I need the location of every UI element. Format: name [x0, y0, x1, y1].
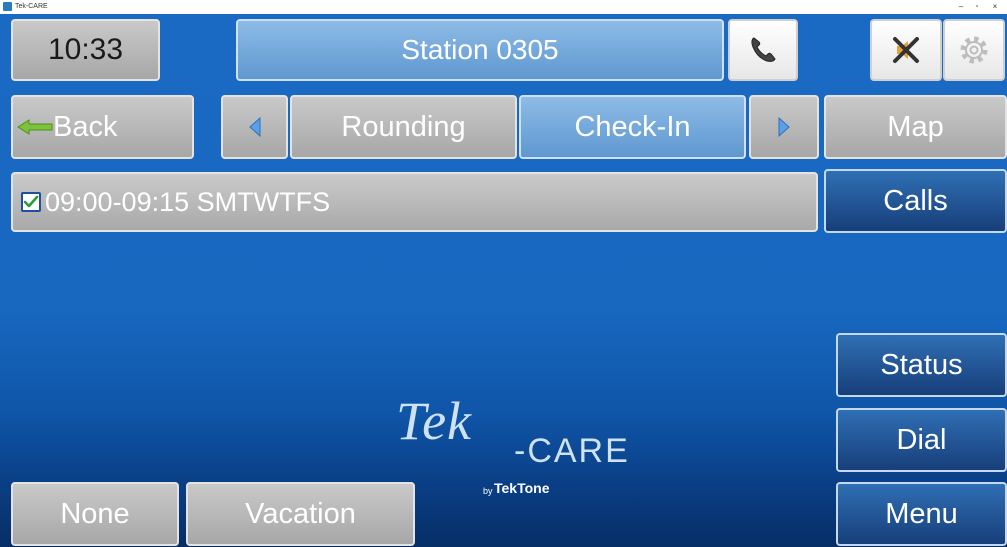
- phone-icon: [751, 37, 776, 62]
- calls-label: Calls: [883, 184, 948, 217]
- schedule-checkbox[interactable]: [21, 192, 41, 212]
- tab-check-in-label: Check-In: [574, 110, 691, 143]
- status-label: Status: [880, 348, 963, 381]
- status-button[interactable]: Status: [836, 333, 1007, 397]
- tab-next-button[interactable]: [749, 95, 819, 159]
- logo-care-text: -CARE: [514, 432, 630, 470]
- clock-time: 10:33: [47, 33, 124, 66]
- window-title: Tek-CARE: [15, 3, 48, 10]
- speaker-muted-icon: [893, 37, 919, 63]
- schedule-item-label: 09:00-09:15 SMTWTFS: [45, 186, 331, 217]
- tab-rounding[interactable]: Rounding: [290, 95, 517, 159]
- vacation-button[interactable]: Vacation: [186, 482, 415, 546]
- station-label: Station 0305: [401, 34, 559, 65]
- phone-button[interactable]: [728, 19, 798, 81]
- checkmark-icon: [23, 195, 39, 208]
- dial-button[interactable]: Dial: [836, 408, 1007, 472]
- app-icon: [3, 2, 12, 11]
- window-titlebar: Tek-CARE – ▫ ×: [0, 0, 1007, 14]
- logo-by-text: by: [483, 486, 493, 496]
- map-label: Map: [887, 110, 944, 143]
- station-title: Station 0305: [236, 19, 724, 81]
- tab-check-in[interactable]: Check-In: [519, 95, 746, 159]
- gear-icon: [960, 36, 988, 64]
- tek-care-logo: Tek -CARE by TekTone: [396, 390, 636, 510]
- back-label: Back: [53, 110, 118, 143]
- calls-button[interactable]: Calls: [824, 169, 1007, 233]
- clock-display: 10:33: [11, 19, 160, 81]
- none-label: None: [60, 497, 130, 530]
- mute-button[interactable]: [870, 19, 942, 81]
- menu-button[interactable]: Menu: [836, 482, 1007, 546]
- settings-button[interactable]: [943, 19, 1005, 81]
- none-button[interactable]: None: [11, 482, 179, 546]
- vacation-label: Vacation: [245, 497, 356, 530]
- logo-brand-text: TekTone: [494, 480, 550, 496]
- close-button[interactable]: ×: [986, 0, 1004, 14]
- tab-rounding-label: Rounding: [341, 110, 466, 143]
- schedule-item[interactable]: 09:00-09:15 SMTWTFS: [11, 172, 818, 232]
- map-button[interactable]: Map: [824, 95, 1007, 159]
- logo-tek-text: Tek: [396, 391, 473, 451]
- back-arrow-icon: [17, 119, 53, 135]
- menu-label: Menu: [885, 497, 958, 530]
- tab-prev-button[interactable]: [221, 95, 288, 159]
- chevron-left-icon: [248, 116, 260, 138]
- chevron-right-icon: [778, 116, 790, 138]
- back-button[interactable]: Back: [11, 95, 194, 159]
- dial-label: Dial: [896, 423, 947, 456]
- maximize-button[interactable]: ▫: [968, 0, 986, 14]
